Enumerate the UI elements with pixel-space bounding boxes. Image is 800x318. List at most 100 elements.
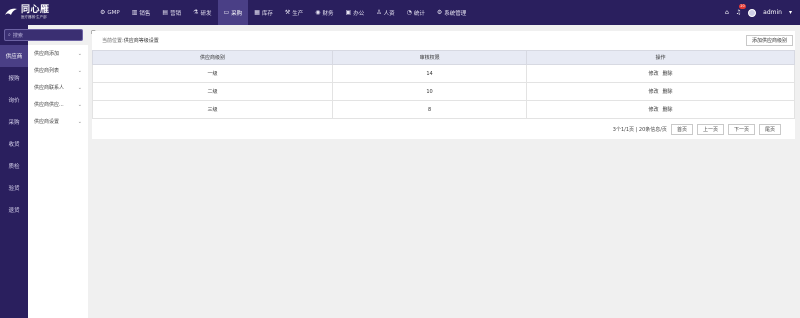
edit-link[interactable]: 修改	[649, 71, 659, 77]
gear-icon: ⚙	[100, 8, 106, 16]
next-page-button[interactable]: 下一页	[727, 124, 755, 135]
actions-cell: 修改 删除	[526, 82, 795, 101]
nav-label: GMP	[107, 9, 120, 16]
breadcrumb-current: 供应商等级设置	[123, 38, 159, 44]
table-row: 二级 10 修改 删除	[91, 82, 795, 101]
settings-icon: ⚙	[436, 8, 443, 16]
chevron-down-icon: ⌄	[77, 67, 82, 74]
nav-label: 生产	[292, 10, 304, 17]
sidebar-item-purchase[interactable]: 采购	[0, 111, 28, 133]
column-header: 操作	[526, 50, 795, 65]
submenu-label: 供应商添加	[34, 51, 60, 57]
nav-label: 财务	[322, 10, 334, 17]
sidebar-item-return[interactable]: 退货	[0, 199, 28, 221]
nav-label: 人资	[383, 10, 395, 17]
chevron-down-icon: ⌄	[77, 84, 82, 91]
nav-label: 研发	[200, 10, 212, 17]
sidebar-item-inspect[interactable]: 验货	[0, 177, 28, 199]
last-page-button[interactable]: 尾页	[758, 124, 781, 135]
nav-office[interactable]: ▣ 办公	[340, 0, 371, 25]
first-page-button[interactable]: 首页	[670, 124, 693, 135]
submenu-label: 供应商供应...	[34, 102, 64, 108]
column-header: 供应商级别	[91, 50, 334, 65]
chevron-down-icon: ⌄	[77, 118, 82, 125]
submenu-label: 供应商设置	[34, 119, 60, 125]
actions-cell: 修改 删除	[526, 100, 795, 119]
chart-icon: ▤	[162, 8, 169, 16]
nav-system[interactable]: ⚙ 系统管理	[431, 0, 472, 25]
top-navbar: 同心雁 医疗器械·生产部 ⚙ GMP ▥ 销售 ▤ 营销 ⚗ 研发 ▭ 采购 ▦ 库存 ⚒ 生…	[0, 0, 800, 25]
chevron-down-icon: ⌄	[77, 50, 82, 57]
nav-sales[interactable]: ▥ 销售	[126, 0, 157, 25]
nav-label: 办公	[353, 10, 365, 17]
edit-link[interactable]: 修改	[649, 107, 659, 113]
table-row: 一级 14 修改 删除	[91, 64, 795, 83]
module-sidebar: 供应商 报购 询价 采购 收货 质检 验货 退货	[0, 25, 28, 318]
sidebar-item-qc[interactable]: 质检	[0, 155, 28, 177]
home-icon[interactable]: ⌂	[725, 9, 729, 16]
nav-marketing[interactable]: ▤ 营销	[156, 0, 187, 25]
search-placeholder: 搜索	[12, 32, 23, 39]
pagination-info: 3个1/1页 | 20条信息/页	[612, 127, 667, 133]
brand-title: 同心雁	[21, 4, 50, 15]
chevron-down-icon: ⌄	[77, 101, 82, 108]
nav-inventory[interactable]: ▦ 库存	[248, 0, 279, 25]
add-supplier-level-button[interactable]: 添加供应商级别	[745, 35, 793, 46]
bar-chart-icon: ▥	[131, 8, 138, 16]
money-icon: ◉	[315, 8, 321, 16]
level-cell: 三级	[91, 100, 334, 119]
permission-cell: 14	[332, 64, 528, 83]
brand-logo[interactable]: 同心雁 医疗器械·生产部	[0, 0, 86, 25]
delete-link[interactable]: 删除	[663, 71, 673, 77]
nav-hr[interactable]: ♙ 人资	[370, 0, 400, 25]
box-icon: ▦	[254, 8, 260, 16]
nav-label: 统计	[413, 10, 425, 17]
sidebar-item-receive[interactable]: 收货	[0, 133, 28, 155]
nav-label: 库存	[261, 10, 273, 17]
flask-icon: ⚗	[193, 8, 199, 16]
top-right-tools: ⌂ ♫ 20 admin ▾	[725, 0, 792, 25]
prev-page-button[interactable]: 上一页	[696, 124, 724, 135]
sidebar-item-supplier[interactable]: 供应商	[0, 45, 28, 67]
edit-link[interactable]: 修改	[649, 89, 659, 95]
factory-icon: ⚒	[284, 8, 291, 16]
notification-badge: 20	[738, 4, 747, 9]
sidebar-item-inquiry[interactable]: 询价	[0, 89, 28, 111]
nav-production[interactable]: ⚒ 生产	[279, 0, 309, 25]
submenu-item[interactable]: 供应商联系人 ⌄	[28, 79, 88, 96]
submenu-item[interactable]: 供应商添加 ⌄	[28, 45, 88, 62]
username[interactable]: admin	[763, 9, 782, 16]
delete-link[interactable]: 删除	[663, 107, 673, 113]
search-icon: ⌕	[8, 32, 11, 38]
permission-cell: 10	[332, 82, 528, 101]
bell-icon[interactable]: ♫ 20	[736, 4, 747, 16]
level-cell: 二级	[91, 82, 334, 101]
search-input[interactable]: ⌕ 搜索	[4, 29, 83, 41]
delete-link[interactable]: 删除	[663, 89, 673, 95]
user-icon: ♙	[376, 8, 382, 16]
nav-gmp[interactable]: ⚙ GMP	[94, 0, 126, 25]
nav-finance[interactable]: ◉ 财务	[309, 0, 339, 25]
nav-rnd[interactable]: ⚗ 研发	[187, 0, 217, 25]
content-panel: 当前位置:供应商等级设置 添加供应商级别 供应商级别 审核权限 操作 一级 14…	[91, 31, 795, 139]
sidebar-item-request[interactable]: 报购	[0, 67, 28, 89]
avatar[interactable]	[748, 8, 757, 17]
submenu-item[interactable]: 供应商供应... ⌄	[28, 96, 88, 113]
breadcrumb-prefix: 当前位置:	[102, 38, 124, 44]
chevron-down-icon[interactable]: ▾	[789, 9, 792, 16]
briefcase-icon: ▣	[345, 8, 352, 16]
nav-label: 系统管理	[444, 10, 467, 17]
table-row: 三级 8 修改 删除	[91, 100, 795, 119]
nav-stats[interactable]: ◔ 统计	[401, 0, 431, 25]
breadcrumb: 当前位置:供应商等级设置	[102, 37, 159, 44]
nav-purchase[interactable]: ▭ 采购	[217, 0, 249, 25]
bird-logo-icon	[5, 8, 17, 15]
nav-label: 营销	[170, 10, 182, 17]
brand-subtitle: 医疗器械·生产部	[21, 14, 47, 19]
supplier-level-table: 供应商级别 审核权限 操作 一级 14 修改 删除 二级 10 修改 删除 三级 8…	[91, 50, 795, 119]
submenu-label: 供应商列表	[34, 68, 60, 74]
submenu-item[interactable]: 供应商列表 ⌄	[28, 62, 88, 79]
main-nav: ⚙ GMP ▥ 销售 ▤ 营销 ⚗ 研发 ▭ 采购 ▦ 库存 ⚒ 生产 ◉ 财务 ▣ 办公 ♙ 人资…	[94, 0, 472, 25]
submenu-item[interactable]: 供应商设置 ⌄	[28, 113, 88, 130]
stats-icon: ◔	[406, 8, 412, 16]
